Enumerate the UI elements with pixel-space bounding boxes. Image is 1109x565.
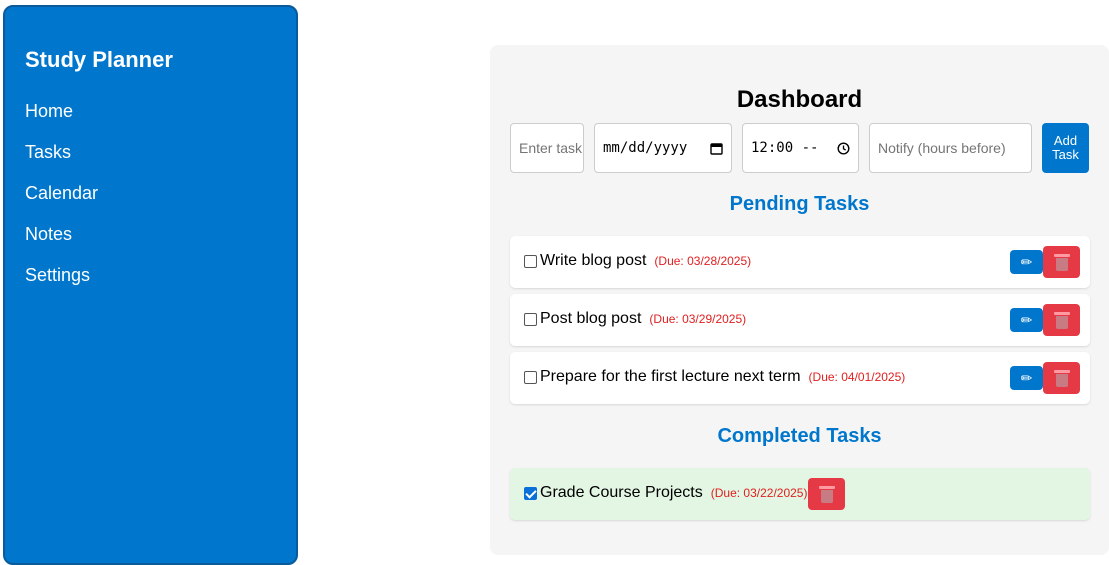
trash-icon (1053, 369, 1070, 387)
dashboard-panel: Dashboard Enter task mm/dd/yyyy 12:00 --… (490, 45, 1109, 555)
completed-tasks-heading: Completed Tasks (717, 425, 882, 447)
pending-tasks-heading: Pending Tasks (729, 193, 870, 215)
task-label: Grade Course Projects (Due: 03/22/2025) (540, 484, 807, 502)
task-row: Post blog post (Due: 03/29/2025) ✏ (510, 294, 1090, 346)
task-label: Prepare for the first lecture next term (… (540, 368, 905, 386)
add-task-button[interactable]: Add Task (1042, 123, 1089, 173)
task-row: Write blog post (Due: 03/28/2025) ✏ (510, 236, 1090, 288)
task-text: Grade Course Projects (540, 484, 703, 501)
clock-icon[interactable] (837, 141, 850, 155)
time-input-value: 12:00 -- (751, 140, 819, 156)
due-date: (Due: 04/01/2025) (808, 370, 906, 384)
delete-button[interactable] (1043, 362, 1080, 394)
task-checkbox[interactable] (524, 255, 537, 268)
sidebar-item-tasks[interactable]: Tasks (25, 142, 71, 163)
task-text: Write blog post (540, 252, 647, 269)
date-input-value: mm/dd/yyyy (603, 140, 688, 156)
app-title: Study Planner (25, 47, 173, 72)
notify-input[interactable]: Notify (hours before) (869, 123, 1032, 173)
task-row: Prepare for the first lecture next term (… (510, 352, 1090, 404)
task-input[interactable]: Enter task (510, 123, 584, 173)
date-input[interactable]: mm/dd/yyyy (594, 123, 732, 173)
time-input[interactable]: 12:00 -- (742, 123, 859, 173)
completed-task-row: Grade Course Projects (Due: 03/22/2025) (510, 468, 1090, 520)
pencil-icon: ✏ (1020, 254, 1033, 270)
delete-button[interactable] (808, 478, 845, 510)
edit-button[interactable]: ✏ (1010, 366, 1043, 390)
trash-icon (1053, 253, 1070, 271)
delete-button[interactable] (1043, 246, 1080, 278)
task-label: Post blog post (Due: 03/29/2025) (540, 310, 746, 328)
due-date: (Due: 03/29/2025) (649, 312, 747, 326)
sidebar-item-settings[interactable]: Settings (25, 265, 90, 286)
task-text: Post blog post (540, 310, 642, 327)
trash-icon (818, 485, 835, 503)
task-checkbox-checked[interactable] (524, 487, 537, 500)
task-text: Prepare for the first lecture next term (540, 368, 801, 385)
task-checkbox[interactable] (524, 371, 537, 384)
due-date: (Due: 03/22/2025) (710, 486, 808, 500)
task-checkbox[interactable] (524, 313, 537, 326)
trash-icon (1053, 311, 1070, 329)
delete-button[interactable] (1043, 304, 1080, 336)
task-label: Write blog post (Due: 03/28/2025) (540, 252, 751, 270)
calendar-icon[interactable] (710, 142, 723, 155)
edit-button[interactable]: ✏ (1010, 308, 1043, 332)
sidebar-item-notes[interactable]: Notes (25, 224, 72, 245)
edit-button[interactable]: ✏ (1010, 250, 1043, 274)
page-title: Dashboard (736, 86, 863, 113)
pencil-icon: ✏ (1020, 312, 1033, 328)
sidebar: Study Planner Home Tasks Calendar Notes … (3, 5, 298, 565)
pencil-icon: ✏ (1020, 370, 1033, 386)
sidebar-item-home[interactable]: Home (25, 101, 73, 122)
due-date: (Due: 03/28/2025) (654, 254, 752, 268)
sidebar-item-calendar[interactable]: Calendar (25, 183, 98, 204)
